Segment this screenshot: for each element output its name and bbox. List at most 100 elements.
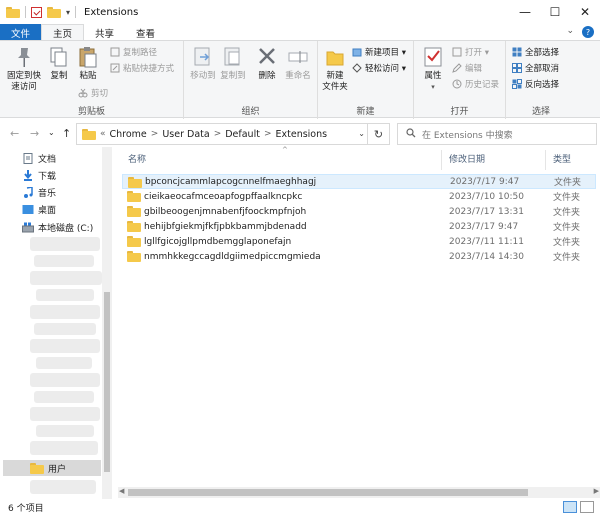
copy-path-label: 复制路径 (123, 48, 158, 58)
breadcrumb-default[interactable]: Default (225, 129, 260, 140)
copy-path-button[interactable]: 复制路径 (110, 46, 157, 58)
nav-item-documents[interactable]: 文档 (22, 152, 56, 165)
move-to-button[interactable]: 移动到 (188, 45, 218, 82)
copy-button[interactable]: 复制 (46, 45, 72, 82)
tab-home[interactable]: 主页 (41, 24, 85, 41)
select-all-button[interactable]: 全部选择 (512, 46, 559, 58)
file-row[interactable]: bpconcjcammlapcogcnnelfmaeghhagj 2023/7/… (122, 174, 596, 189)
properties-quick-icon[interactable] (31, 6, 42, 18)
delete-button[interactable]: 删除 (254, 45, 280, 82)
delete-x-icon (256, 45, 278, 69)
cut-label: 剪切 (91, 89, 109, 99)
column-divider[interactable] (441, 150, 442, 170)
cut-button[interactable]: 剪切 (78, 87, 108, 99)
recent-locations-chevron-icon[interactable]: ⌄ (48, 128, 55, 137)
organize-group-label: 组织 (241, 107, 260, 117)
scroll-right-arrow-icon[interactable]: ▶ (594, 487, 599, 495)
breadcrumb-separator[interactable]: > (151, 129, 159, 139)
paste-shortcut-icon (110, 63, 120, 73)
address-history-chevron-icon[interactable]: ⌄ (358, 129, 365, 138)
new-folder-button[interactable]: 新建 文件夹 (320, 45, 350, 93)
open-button[interactable]: 打开 ▾ (452, 46, 489, 58)
breadcrumb-separator[interactable]: > (264, 129, 272, 139)
file-type: 文件夹 (553, 208, 581, 218)
navigation-pane-scrollbar[interactable] (102, 147, 112, 499)
file-date: 2023/7/17 9:47 (450, 176, 520, 187)
refresh-icon[interactable]: ↻ (367, 124, 389, 144)
new-folder-quick-icon[interactable] (47, 6, 61, 18)
redacted-item (30, 373, 100, 387)
folder-icon (127, 251, 141, 262)
minimize-button[interactable]: — (510, 0, 540, 24)
pin-to-quick-access-button[interactable]: 固定到快 速访问 (4, 45, 44, 93)
redacted-item (30, 407, 100, 421)
delete-label: 删除 (258, 71, 276, 81)
column-header-date[interactable]: 修改日期 (449, 152, 485, 165)
properties-button[interactable]: 属性 ▾ (418, 45, 448, 93)
close-button[interactable]: ✕ (570, 0, 600, 24)
select-group-label: 选择 (531, 107, 550, 117)
history-button[interactable]: 历史记录 (452, 78, 499, 90)
column-header-name[interactable]: 名称 (128, 152, 146, 165)
file-type: 文件夹 (553, 193, 581, 203)
nav-item-music[interactable]: 音乐 (22, 186, 56, 199)
edit-button[interactable]: 编辑 (452, 62, 482, 74)
large-icons-view-button[interactable] (580, 501, 594, 513)
folder-icon (127, 221, 141, 232)
help-icon[interactable]: ? (582, 26, 594, 38)
file-row[interactable]: hehijbfgiekmjfkfjpbkbammjbdenadd 2023/7/… (122, 219, 596, 234)
file-row[interactable]: lgllfgicojgllpmdbemgglaponefajn 2023/7/1… (122, 234, 596, 249)
search-box[interactable]: 在 Extensions 中搜索 (397, 123, 597, 145)
back-arrow-icon[interactable]: ← (10, 127, 19, 140)
maximize-button[interactable]: ☐ (540, 0, 570, 24)
breadcrumb-overflow[interactable]: « (100, 129, 106, 139)
nav-item-local-disk[interactable]: 本地磁盘 (C:) (22, 221, 93, 234)
organize-group: 移动到 复制到 删除 重命名 组织 (184, 41, 318, 119)
rename-button[interactable]: 重命名 (282, 45, 314, 82)
nav-item-desktop[interactable]: 桌面 (22, 203, 56, 216)
copy-to-button[interactable]: 复制到 (218, 45, 248, 82)
breadcrumb-chrome[interactable]: Chrome (110, 129, 147, 140)
breadcrumb-user-data[interactable]: User Data (162, 129, 209, 140)
forward-arrow-icon[interactable]: → (30, 127, 39, 140)
properties-dropdown-icon[interactable]: ▾ (418, 82, 448, 93)
file-name: bpconcjcammlapcogcnnelfmaeghhagj (145, 176, 317, 187)
redacted-item (30, 271, 102, 285)
file-list-horizontal-scrollbar[interactable]: ◀ ▶ (118, 487, 600, 498)
nav-item-users[interactable]: 用户 (3, 460, 101, 476)
details-view-button[interactable] (563, 501, 577, 513)
ribbon: 固定到快 速访问 复制 粘贴 复制路径 粘贴快捷方式 剪切 剪贴板 移动到 复制… (0, 40, 600, 119)
invert-selection-button[interactable]: 反向选择 (512, 78, 559, 90)
nav-item-downloads[interactable]: 下载 (22, 169, 56, 182)
customize-quick-access-chevron-icon[interactable]: ▾ (66, 8, 70, 17)
file-list: ^ 名称 修改日期 类型 bpconcjcammlapcogcnnelfmaeg… (118, 146, 600, 499)
paste-shortcut-button[interactable]: 粘贴快捷方式 (110, 62, 174, 74)
scroll-left-arrow-icon[interactable]: ◀ (119, 487, 124, 495)
collapse-ribbon-chevron-icon[interactable]: ⌄ (566, 26, 574, 38)
file-name: cieikaeocafmceoapfogpffaalkncpkc (144, 191, 303, 202)
column-header-type[interactable]: 类型 (553, 152, 571, 165)
scrollbar-thumb[interactable] (128, 489, 528, 496)
new-item-button[interactable]: 新建项目 ▾ (352, 46, 406, 58)
breadcrumb-separator[interactable]: > (214, 129, 222, 139)
file-type: 文件夹 (553, 223, 581, 233)
nav-item-label: 用户 (48, 464, 67, 475)
file-row[interactable]: nmmhkkegccagdldgiimedpiccmgmieda 2023/7/… (122, 249, 596, 264)
address-bar[interactable]: « Chrome > User Data > Default > Extensi… (76, 123, 390, 145)
up-arrow-icon[interactable]: ↑ (62, 127, 71, 140)
tab-share[interactable]: 共享 (84, 24, 125, 41)
select-none-button[interactable]: 全部取消 (512, 62, 559, 74)
clipboard-group-label: 剪贴板 (77, 107, 105, 117)
file-date: 2023/7/17 9:47 (449, 221, 519, 232)
new-folder-label: 新建 文件夹 (322, 71, 348, 92)
column-divider[interactable] (545, 150, 546, 170)
easy-access-button[interactable]: 轻松访问 ▾ (352, 62, 406, 74)
tab-file[interactable]: 文件 (0, 24, 42, 41)
rename-label: 重命名 (285, 71, 311, 81)
tab-view[interactable]: 查看 (125, 24, 166, 41)
breadcrumb-extensions[interactable]: Extensions (276, 129, 328, 140)
file-row[interactable]: gbilbeoogenjmnabenfjfoockmpfnjoh 2023/7/… (122, 204, 596, 219)
file-row[interactable]: cieikaeocafmceoapfogpffaalkncpkc 2023/7/… (122, 189, 596, 204)
scrollbar-thumb[interactable] (104, 292, 110, 472)
paste-button[interactable]: 粘贴 (74, 45, 102, 82)
